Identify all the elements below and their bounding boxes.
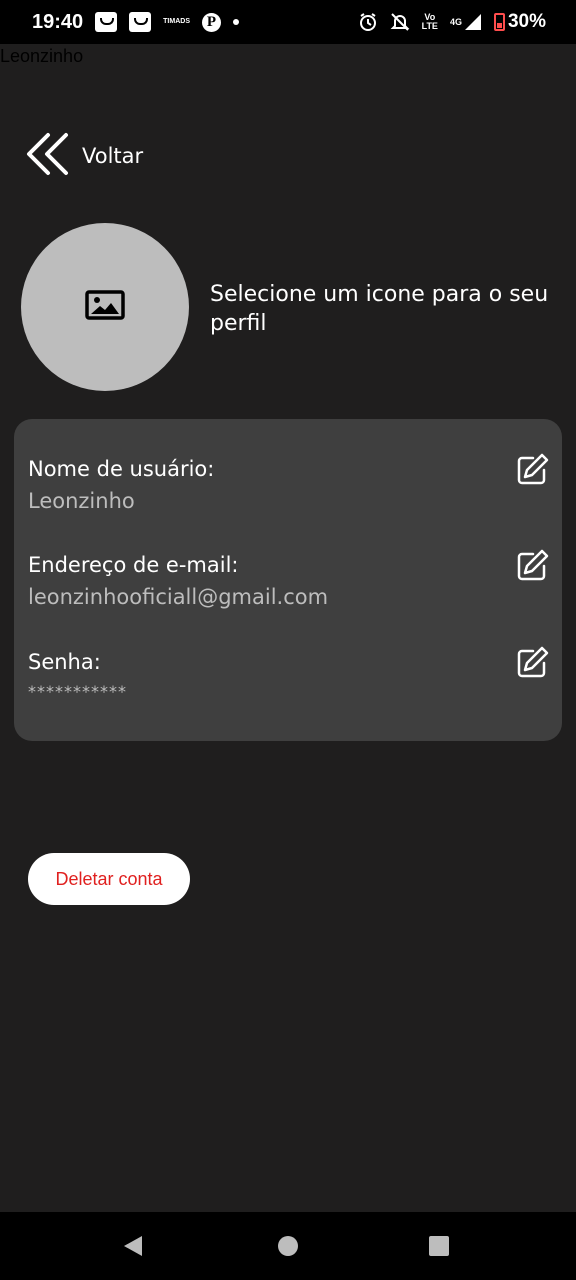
pinterest-icon: P (202, 12, 221, 32)
email-field: Endereço de e-mail: leonzinhooficiall@gm… (28, 549, 550, 611)
signal-icon: 4G (450, 13, 482, 31)
username-value: Leonzinho (28, 489, 135, 513)
volte-icon: Vo LTE (421, 12, 438, 31)
password-label: Senha: (28, 650, 101, 674)
edit-icon (517, 646, 549, 678)
nav-home-button[interactable] (277, 1234, 299, 1262)
image-icon (85, 290, 125, 324)
username-field: Nome de usuário: Leonzinho (28, 453, 550, 515)
edit-icon (517, 453, 549, 485)
edit-email-button[interactable] (516, 549, 550, 581)
password-value: *********** (28, 682, 127, 701)
app-title: Leonzinho (0, 46, 84, 66)
nav-recents-button[interactable] (428, 1234, 450, 1262)
email-label: Endereço de e-mail: (28, 553, 239, 577)
status-bar: 19:40 TIM ADS P Vo LTE 4G 30% (0, 0, 576, 44)
avatar-picker[interactable] (21, 223, 189, 391)
battery-icon: 30% (493, 11, 546, 33)
avatar-hint: Selecione um icone para o seu perfil (210, 282, 549, 336)
double-chevron-left-icon (24, 132, 70, 180)
back-triangle-icon (124, 1236, 142, 1256)
account-info-card: Nome de usuário: Leonzinho Endereço de e… (14, 419, 562, 741)
shopping-bag-icon (129, 12, 152, 32)
alarm-icon (358, 12, 378, 32)
nav-back-button[interactable] (122, 1234, 144, 1262)
edit-username-button[interactable] (516, 453, 550, 485)
notification-dot-icon (233, 19, 239, 25)
password-field: Senha: *********** (28, 646, 550, 706)
status-time: 19:40 (32, 10, 84, 33)
back-button[interactable]: Voltar (24, 132, 143, 180)
edit-icon (517, 549, 549, 581)
back-label: Voltar (82, 144, 144, 168)
shopping-bag-icon (95, 12, 118, 32)
email-value: leonzinhooficiall@gmail.com (28, 585, 329, 609)
delete-account-button[interactable]: Deletar conta (28, 853, 190, 905)
username-label: Nome de usuário: (28, 457, 215, 481)
recents-square-icon (429, 1236, 449, 1256)
carrier-icon: TIM ADS (163, 18, 190, 25)
edit-password-button[interactable] (516, 646, 550, 678)
home-circle-icon (278, 1236, 298, 1256)
mute-icon (390, 12, 410, 32)
system-nav-bar (0, 1212, 576, 1280)
